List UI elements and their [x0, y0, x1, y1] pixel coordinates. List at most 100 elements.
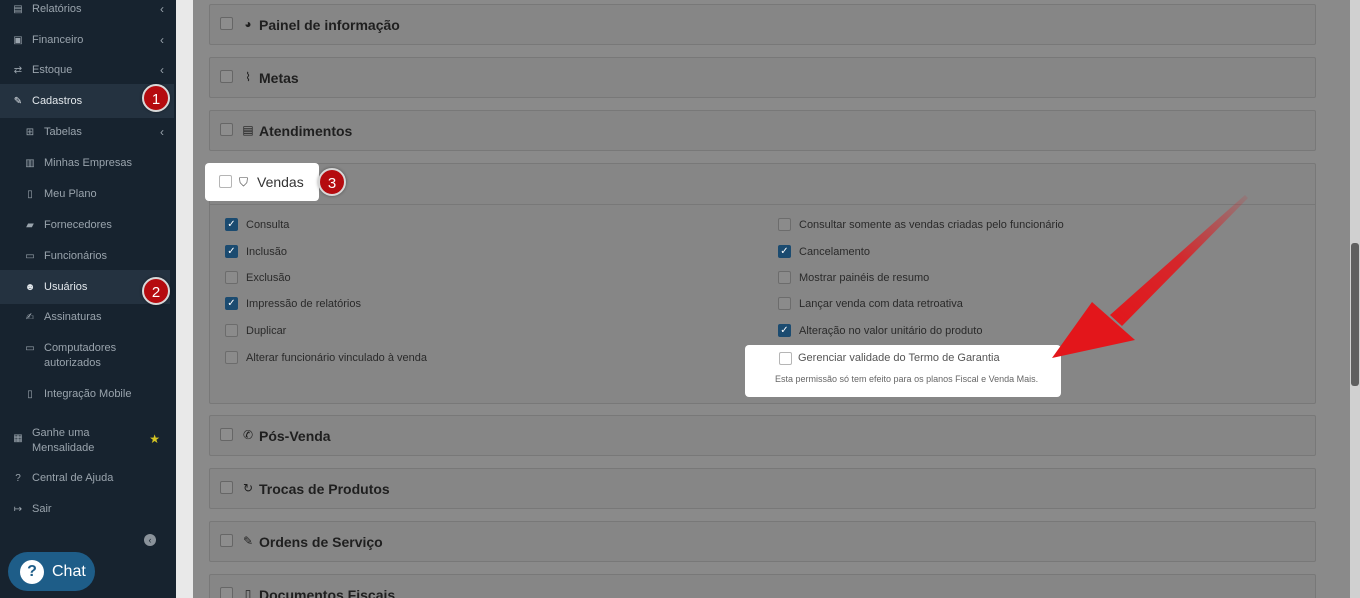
sidebar-item-central-ajuda[interactable]: ? Central de Ajuda	[0, 469, 176, 487]
permission-label: Impressão de relatórios	[246, 297, 361, 310]
sidebar-item-estoque[interactable]: ⇄ Estoque ‹	[0, 61, 176, 79]
sidebar-item-relatorios[interactable]: ▤ Relatórios ‹	[0, 0, 176, 18]
sidebar-item-label: Funcionários	[44, 250, 107, 262]
panel-checkbox[interactable]	[219, 175, 232, 188]
panel-painel-informacao[interactable]: ◕ Painel de informação	[209, 4, 1316, 45]
sidebar-item-meu-plano[interactable]: ▯ Meu Plano	[0, 185, 176, 203]
chat-button[interactable]: ? Chat	[8, 552, 95, 591]
panel-metas[interactable]: ⌇ Metas	[209, 57, 1316, 98]
sidebar-item-label: Tabelas	[44, 126, 82, 138]
permission-lancar-retroativa[interactable]: Lançar venda com data retroativa	[778, 297, 963, 310]
sidebar-item-label: Computadores autorizados	[44, 342, 117, 369]
phone-icon: ✆	[242, 428, 254, 442]
panel-vendas-header[interactable]: ⛉ Vendas	[205, 163, 319, 201]
question-icon: ?	[20, 559, 44, 584]
step-badge-1: 1	[142, 84, 170, 112]
sidebar-item-fornecedores[interactable]: ▰ Fornecedores	[0, 216, 176, 234]
permission-checkbox[interactable]	[778, 271, 791, 284]
sidebar-item-label: Usuários	[44, 281, 88, 293]
chevron-left-icon: ‹	[160, 33, 164, 47]
permission-checkbox[interactable]: ✓	[778, 245, 791, 258]
permission-checkbox[interactable]: ✓	[225, 297, 238, 310]
sidebar-item-label: Fornecedores	[44, 219, 112, 231]
exchange-icon: ⇄	[13, 64, 23, 76]
mobile-icon: ▯	[27, 388, 33, 400]
permission-label: Alterar funcionário vinculado à venda	[246, 351, 428, 364]
permission-alterar-funcionario[interactable]: Alterar funcionário vinculado à venda	[225, 351, 427, 364]
permission-duplicar[interactable]: Duplicar	[225, 324, 286, 337]
panel-checkbox[interactable]	[220, 481, 233, 494]
panel-checkbox[interactable]	[220, 70, 233, 83]
permission-mostrar-paineis[interactable]: Mostrar painéis de resumo	[778, 271, 929, 284]
panel-checkbox[interactable]	[220, 587, 233, 598]
permission-label: Exclusão	[246, 271, 291, 284]
permission-garantia-note: Esta permissão só tem efeito para os pla…	[775, 374, 1039, 384]
gift-icon: ▦	[13, 432, 23, 444]
panel-ordens-servico[interactable]: ✎ Ordens de Serviço	[209, 521, 1316, 562]
sidebar-item-label: Meu Plano	[44, 188, 97, 200]
permission-checkbox[interactable]	[225, 351, 238, 364]
permission-checkbox[interactable]	[225, 324, 238, 337]
panel-checkbox[interactable]	[220, 123, 233, 136]
truck-icon: ▰	[26, 219, 34, 231]
permission-label: Duplicar	[246, 324, 287, 337]
permission-inclusao[interactable]: ✓ Inclusão	[225, 245, 287, 258]
sidebar-item-assinaturas[interactable]: ✍ Assinaturas	[0, 308, 176, 326]
panel-checkbox[interactable]	[220, 534, 233, 547]
permission-cancelamento[interactable]: ✓ Cancelamento	[778, 245, 870, 258]
permission-consultar-somente[interactable]: Consultar somente as vendas criadas pelo…	[778, 218, 1064, 231]
permission-checkbox[interactable]: ✓	[225, 218, 238, 231]
permission-checkbox[interactable]: ✓	[225, 245, 238, 258]
sidebar-item-computadores[interactable]: ▭ Computadores autorizados	[0, 341, 176, 373]
star-icon: ★	[149, 432, 160, 446]
panel-documentos-fiscais[interactable]: ▯ Documentos Fiscais	[209, 574, 1316, 598]
permission-checkbox[interactable]: ✓	[778, 324, 791, 337]
sidebar-item-label: Financeiro	[32, 34, 84, 46]
panel-checkbox[interactable]	[220, 428, 233, 441]
panel-title: Metas	[259, 70, 299, 86]
panel-checkbox[interactable]	[220, 17, 233, 30]
chat-label: Chat	[52, 562, 86, 580]
clipboard-icon: ▤	[242, 123, 254, 137]
permission-checkbox[interactable]	[778, 218, 791, 231]
panel-title: Painel de informação	[259, 17, 400, 33]
sidebar-item-label: Relatórios	[32, 3, 82, 15]
panel-title: Trocas de Produtos	[259, 481, 390, 497]
sidebar-item-label: Integração Mobile	[44, 388, 132, 400]
basket-icon: ⛉	[239, 175, 249, 189]
refresh-icon: ↻	[242, 481, 254, 495]
sidebar-item-financeiro[interactable]: ▣ Financeiro ‹	[0, 31, 176, 49]
chevron-left-icon: ‹	[160, 63, 164, 77]
sidebar-item-tabelas[interactable]: ⊞ Tabelas ‹	[0, 123, 176, 141]
permission-garantia-label[interactable]: Gerenciar validade do Termo de Garantia	[798, 352, 1000, 364]
step-badge-3: 3	[318, 168, 346, 196]
sidebar-collapse-button[interactable]: ‹	[144, 534, 156, 546]
permission-alteracao-valor[interactable]: ✓ Alteração no valor unitário do produto	[778, 324, 982, 337]
document-icon: ▯	[244, 587, 252, 598]
permission-label: Inclusão	[246, 245, 287, 258]
desktop-icon: ▭	[25, 342, 35, 354]
permission-impressao-relatorios[interactable]: ✓ Impressão de relatórios	[225, 297, 361, 310]
panel-pos-venda[interactable]: ✆ Pós-Venda	[209, 415, 1316, 456]
panel-trocas-produtos[interactable]: ↻ Trocas de Produtos	[209, 468, 1316, 509]
help-icon: ?	[15, 472, 21, 484]
panel-title: Pós-Venda	[259, 428, 331, 444]
permission-label: Mostrar painéis de resumo	[799, 271, 930, 284]
file-icon: ▯	[27, 188, 33, 200]
sidebar-item-label: Ganhe uma Mensalidade	[32, 427, 95, 454]
sidebar-item-funcionarios[interactable]: ▭ Funcionários	[0, 247, 176, 265]
permission-label: Cancelamento	[799, 245, 870, 258]
permission-garantia-checkbox[interactable]	[779, 352, 792, 365]
sidebar-item-sair[interactable]: ↦ Sair	[0, 500, 176, 518]
sidebar-item-ganhe-mensalidade[interactable]: ▦ Ganhe uma Mensalidade ★	[0, 426, 176, 458]
permission-exclusao[interactable]: Exclusão	[225, 271, 291, 284]
sidebar-item-minhas-empresas[interactable]: ▥ Minhas Empresas	[0, 154, 176, 172]
dashboard-icon: ◕	[244, 17, 252, 31]
sidebar-item-integracao-mobile[interactable]: ▯ Integração Mobile	[0, 385, 176, 403]
permission-checkbox[interactable]	[778, 297, 791, 310]
scrollbar-thumb[interactable]	[1351, 243, 1359, 386]
permission-consulta[interactable]: ✓ Consulta	[225, 218, 289, 231]
permission-checkbox[interactable]	[225, 271, 238, 284]
edit-icon: ✎	[13, 95, 23, 107]
panel-atendimentos[interactable]: ▤ Atendimentos	[209, 110, 1316, 151]
